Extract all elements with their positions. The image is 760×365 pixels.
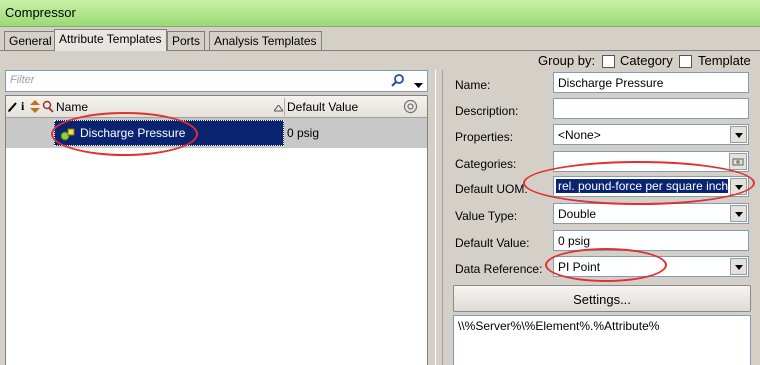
tab-attribute-templates[interactable]: Attribute Templates [54,29,167,51]
default-uom-value: rel. pound-force per square inch [556,179,728,193]
name-label: Name: [455,78,491,92]
chevron-down-icon[interactable] [414,78,423,92]
description-field[interactable] [553,98,749,119]
group-by-label: Group by: [538,53,596,68]
browse-icon [732,158,744,166]
default-value-label: Default Value: [455,236,530,250]
window-title-bar: Compressor [0,0,760,27]
tab-strip: General Attribute Templates Ports Analys… [0,27,760,51]
search-icon[interactable] [391,73,405,90]
properties-value: <None> [558,128,601,142]
tab-ports[interactable]: Ports [167,31,206,51]
chevron-down-icon[interactable] [730,126,747,143]
browse-categories-button[interactable] [729,153,747,170]
column-header-default-value[interactable]: Default Value [287,100,358,114]
value-type-value: Double [558,207,597,221]
description-label: Description: [455,104,519,118]
column-chooser-icon[interactable] [403,99,418,117]
attribute-default-value: 0 psig [287,126,320,140]
name-field[interactable]: Discharge Pressure [553,72,749,93]
attribute-name: Discharge Pressure [80,126,186,140]
chevron-down-icon[interactable] [730,178,747,195]
properties-label: Properties: [455,130,514,144]
info-icon: i [21,99,25,113]
window-title: Compressor [5,5,76,20]
table-row[interactable]: Discharge Pressure 0 psig [6,118,427,148]
filter-input[interactable]: Filter [5,70,428,92]
properties-dropdown[interactable]: <None> [553,124,749,145]
chevron-down-icon[interactable] [730,205,747,222]
column-header-name[interactable]: Name [56,100,88,114]
list-header: i Name Default Value [6,96,427,118]
group-by-template-label: Template [698,53,751,68]
group-by-category-label: Category [620,53,673,68]
default-value-field[interactable]: 0 psig [553,230,749,251]
data-reference-label: Data Reference: [455,262,543,276]
selected-cell[interactable]: Discharge Pressure [54,120,284,146]
config-string-box[interactable]: \\%Server%\%Element%.%Attribute% [453,315,751,365]
group-by-template-checkbox[interactable] [679,55,692,68]
data-reference-value: PI Point [558,260,601,274]
up-down-icon [30,100,40,116]
categories-label: Categories: [455,157,517,171]
magnifier-icon [42,100,54,116]
value-type-label: Value Type: [455,209,518,223]
config-string: \\%Server%\%Element%.%Attribute% [458,319,660,333]
categories-field[interactable] [553,151,749,172]
attribute-template-list[interactable]: i Name Default Value Discharge Pressure … [5,95,428,365]
tab-general[interactable]: General [4,31,57,51]
tab-analysis-templates[interactable]: Analysis Templates [209,31,322,51]
filter-placeholder: Filter [10,74,35,86]
attribute-icon [60,127,76,144]
pencil-icon [8,101,18,115]
value-type-dropdown[interactable]: Double [553,203,749,224]
data-reference-dropdown[interactable]: PI Point [553,256,749,277]
default-uom-dropdown[interactable]: rel. pound-force per square inch [553,176,749,197]
column-separator [284,98,285,116]
settings-button[interactable]: Settings... [453,285,751,312]
sort-ascending-icon[interactable] [273,101,284,115]
chevron-down-icon[interactable] [730,258,747,275]
panel-splitter[interactable] [432,70,446,365]
default-uom-label: Default UOM: [455,182,528,196]
group-by-category-checkbox[interactable] [602,55,615,68]
